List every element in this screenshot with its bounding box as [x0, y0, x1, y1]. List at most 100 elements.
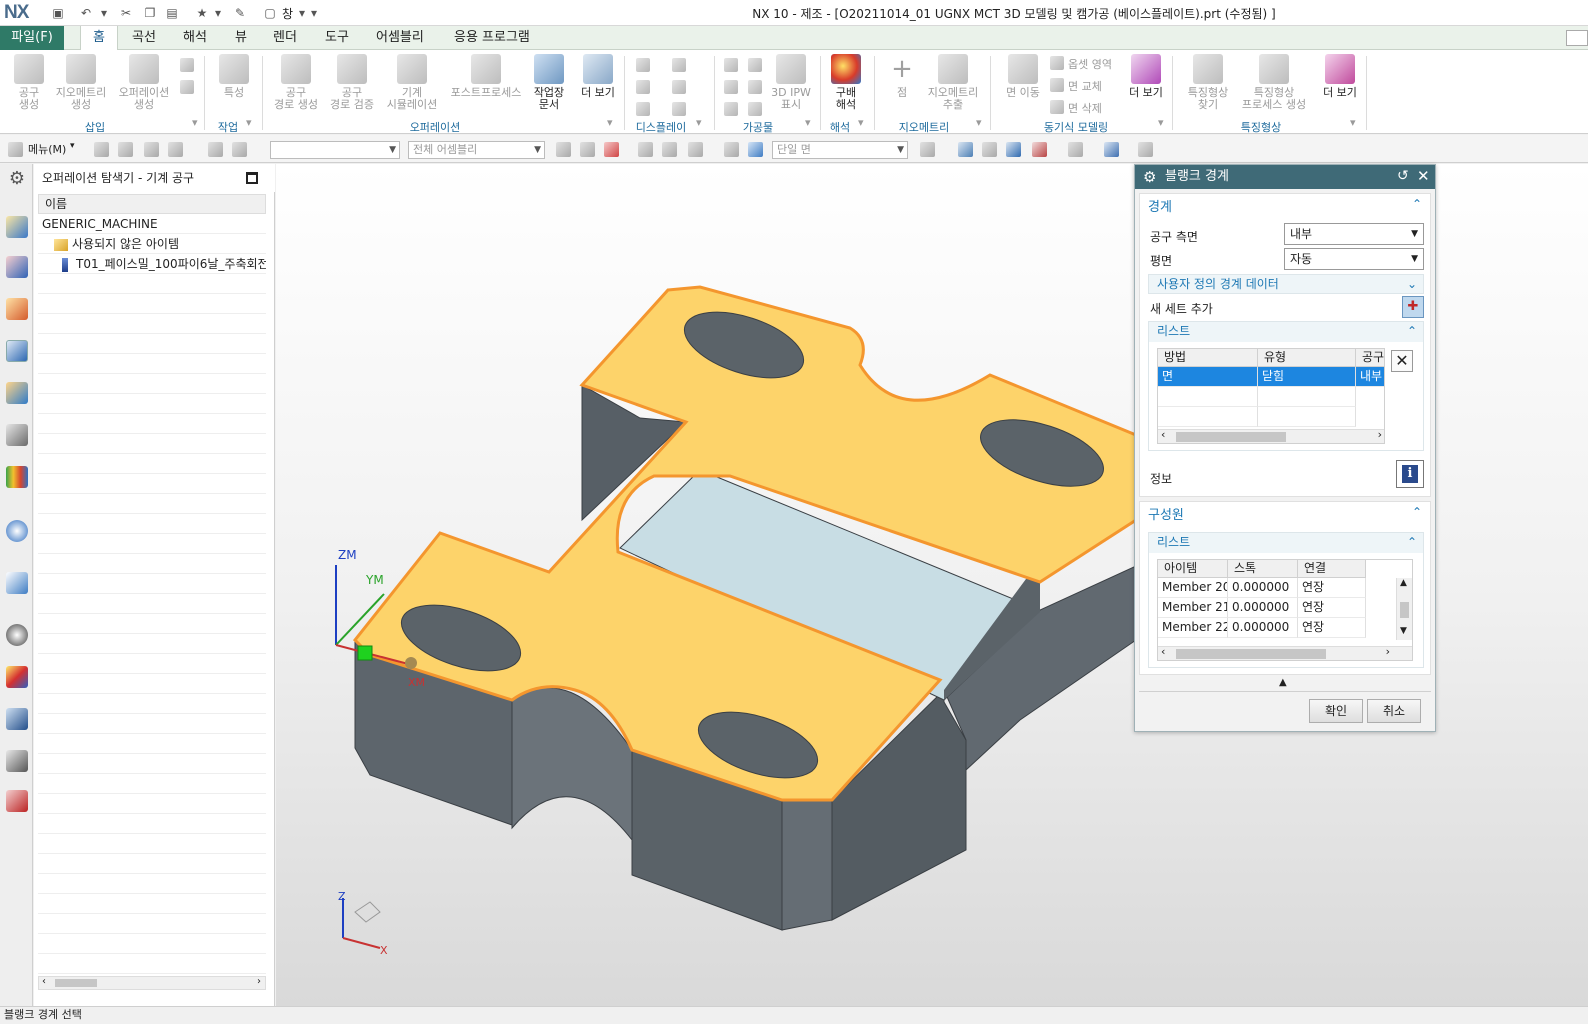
gouge-analysis-button[interactable]: 구배 해석	[826, 54, 866, 111]
group-geometry-expand-icon[interactable]: ▾	[976, 116, 982, 129]
group-insert-expand-icon[interactable]: ▾	[192, 116, 198, 129]
members-header[interactable]: 구성원	[1148, 504, 1184, 523]
create-method-icon[interactable]	[180, 80, 194, 94]
create-tool-button[interactable]: 공구 생성	[10, 54, 48, 111]
display-path-icon[interactable]	[636, 58, 650, 72]
tree-root[interactable]: GENERIC_MACHINE	[38, 214, 266, 234]
machine-view-icon[interactable]	[118, 142, 133, 157]
undo-icon[interactable]: ↶	[78, 5, 94, 21]
orient-view-icon[interactable]	[1032, 142, 1047, 157]
column-method[interactable]: 방법	[1158, 349, 1258, 367]
chevron-up-icon[interactable]: ⌃	[1412, 197, 1422, 211]
row-type[interactable]: 닫힘	[1258, 367, 1356, 387]
workpiece-d-icon[interactable]	[748, 80, 762, 94]
rotate-icon[interactable]	[1006, 142, 1021, 157]
row-method[interactable]: 면	[1158, 367, 1258, 387]
create-operation-button[interactable]: 오퍼레이션 생성	[114, 54, 174, 111]
select-body-icon[interactable]	[724, 142, 739, 157]
group-work-expand-icon[interactable]: ▾	[246, 116, 252, 129]
web-browser-icon[interactable]	[6, 572, 28, 594]
reports-icon[interactable]	[6, 790, 28, 812]
face-rule-select[interactable]: 단일 면 ▼	[772, 141, 908, 159]
constraint-navigator-icon[interactable]	[6, 256, 28, 278]
chevron-up-icon[interactable]: ⌃	[1412, 505, 1422, 519]
group-display-expand-icon[interactable]: ▾	[696, 116, 702, 129]
geometry-view-icon[interactable]	[144, 142, 159, 157]
cut-icon[interactable]: ✂	[118, 5, 134, 21]
rect-select-icon[interactable]	[688, 142, 703, 157]
customize-qa-icon[interactable]: ▾	[306, 5, 322, 21]
plane-select[interactable]: 자동 ▼	[1284, 248, 1424, 270]
member-connection[interactable]: 연장	[1298, 598, 1366, 618]
display-tool-icon[interactable]	[672, 58, 686, 72]
offset-region-label[interactable]: 옵셋 영역	[1068, 56, 1112, 72]
scroll-thumb[interactable]	[1176, 649, 1326, 659]
group-workpiece-expand-icon[interactable]: ▾	[805, 116, 811, 129]
scroll-up-icon[interactable]: ▲	[1400, 578, 1407, 588]
ribbon-option-icon[interactable]	[1566, 30, 1588, 46]
scroll-left-icon[interactable]: ‹	[1161, 645, 1165, 658]
replace-face-label[interactable]: 면 교체	[1068, 78, 1102, 94]
list-hscroll[interactable]: ‹ ›	[1158, 428, 1384, 443]
row-tool[interactable]: 내부	[1356, 367, 1384, 387]
group-sync-expand-icon[interactable]: ▾	[1158, 116, 1164, 129]
maximize-icon[interactable]	[246, 172, 258, 184]
column-tool[interactable]: 공구	[1356, 349, 1384, 367]
select-rect-icon[interactable]	[662, 142, 677, 157]
sync-more-button[interactable]: 더 보기	[1126, 54, 1166, 99]
show-3d-ipw-button[interactable]: 3D IPW 표시	[768, 54, 814, 111]
window-menu[interactable]: 창	[282, 5, 293, 22]
reuse-library-icon[interactable]	[6, 424, 28, 446]
touch-mode-icon[interactable]: ✎	[232, 5, 248, 21]
members-list-header[interactable]: 리스트 ⌃	[1149, 533, 1423, 553]
replace-face-icon[interactable]	[1050, 78, 1064, 92]
verify-path-button[interactable]: 공구 경로 검증	[326, 54, 378, 111]
undo-dropdown-icon[interactable]: ▾	[96, 5, 112, 21]
move-face-button[interactable]: 면 이동	[1000, 54, 1046, 99]
menu-button[interactable]: 메뉴(M)	[28, 141, 66, 157]
select-move-icon[interactable]	[638, 142, 653, 157]
roles-icon[interactable]	[6, 466, 28, 488]
column-type[interactable]: 유형	[1258, 349, 1356, 367]
member-connection[interactable]: 연장	[1298, 578, 1366, 598]
select-face-icon[interactable]	[748, 142, 763, 157]
visibility-icon[interactable]	[1138, 142, 1153, 157]
process-studio-icon[interactable]	[6, 750, 28, 772]
deselect-icon[interactable]	[580, 142, 595, 157]
member-connection[interactable]: 연장	[1298, 618, 1366, 638]
shaded-icon[interactable]	[1104, 142, 1119, 157]
zoom-icon[interactable]	[982, 142, 997, 157]
tab-application[interactable]: 응용 프로그램	[442, 26, 542, 50]
filter-icon[interactable]	[208, 142, 223, 157]
point-button[interactable]: + 점	[886, 54, 918, 99]
scroll-thumb[interactable]	[1400, 602, 1409, 618]
tree-item-tool[interactable]: T01_페이스밀_100파이6날_주축회전	[38, 254, 266, 274]
scroll-right-icon[interactable]: ›	[1378, 428, 1382, 441]
operation-navigator-icon[interactable]	[6, 340, 28, 362]
feature-process-button[interactable]: 특징형상 프로세스 생성	[1236, 54, 1312, 111]
system-materials-icon[interactable]	[6, 708, 28, 730]
copy-icon[interactable]: ❐	[142, 5, 158, 21]
list-header[interactable]: 리스트 ⌃	[1149, 322, 1423, 342]
select-snap-icon[interactable]	[556, 142, 571, 157]
workpiece-b-icon[interactable]	[748, 58, 762, 72]
display-blank-icon[interactable]	[636, 102, 650, 116]
menu-dropdown-icon[interactable]: ▾	[70, 141, 75, 151]
save-icon[interactable]: ▣	[50, 5, 66, 21]
find-feature-button[interactable]: 특징형상 찾기	[1180, 54, 1236, 111]
display-point-icon[interactable]	[672, 80, 686, 94]
column-header-name[interactable]: 이름	[38, 194, 266, 214]
palette-icon[interactable]	[6, 666, 28, 688]
feature-more-button[interactable]: 더 보기	[1320, 54, 1360, 99]
paste-icon[interactable]: ▤	[164, 5, 180, 21]
machine-tool-navigator-icon[interactable]	[6, 382, 28, 404]
tree-item-unused[interactable]: 사용되지 않은 아이템	[38, 234, 266, 254]
scroll-thumb[interactable]	[1176, 432, 1286, 442]
cancel-button[interactable]: 취소	[1367, 699, 1421, 723]
collapse-arrow-icon[interactable]: ▲	[1279, 677, 1287, 688]
assembly-navigator-icon[interactable]	[6, 216, 28, 238]
window-icon[interactable]: ▢	[262, 5, 278, 21]
history-icon[interactable]	[6, 624, 28, 646]
close-icon[interactable]: ✕	[1417, 167, 1430, 185]
tab-curve[interactable]: 곡선	[120, 26, 168, 50]
